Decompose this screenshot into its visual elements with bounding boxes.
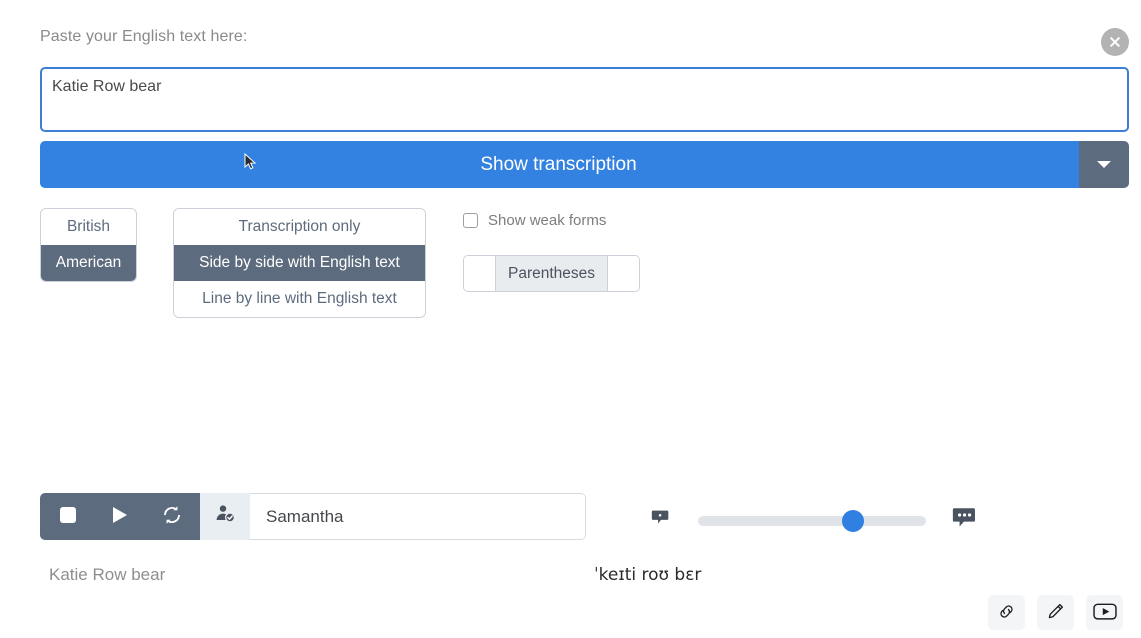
chevron-down-icon [1097, 161, 1111, 168]
speech-bubble-small-icon[interactable] [650, 507, 672, 534]
youtube-play-icon [1092, 602, 1117, 624]
close-icon [1107, 34, 1123, 50]
play-icon [110, 505, 130, 528]
transcription-app: Paste your English text here: Show trans… [0, 0, 1141, 638]
voice-name-field[interactable]: Samantha [250, 493, 586, 540]
accent-option-american[interactable]: American [41, 245, 136, 281]
accent-selector: British American [40, 208, 137, 282]
parentheses-option-parentheses[interactable]: Parentheses [495, 256, 609, 291]
speech-bubble-large-icon[interactable] [952, 505, 978, 536]
parentheses-option-left[interactable] [464, 256, 495, 291]
page-title: Paste your English text here: [40, 28, 248, 45]
edit-button[interactable] [1037, 595, 1074, 630]
stop-button[interactable] [54, 503, 82, 531]
parentheses-selector: Parentheses [463, 255, 641, 292]
result-english-text: Katie Row bear [49, 565, 166, 584]
speech-rate-slider[interactable] [698, 509, 926, 532]
loop-icon [161, 504, 183, 529]
english-text-input[interactable] [40, 67, 1129, 132]
audio-player: Samantha [40, 493, 586, 540]
voice-picker-button[interactable] [200, 493, 250, 540]
stop-icon [58, 505, 78, 528]
speech-rate-slider-thumb[interactable] [842, 509, 865, 532]
person-check-icon [214, 503, 236, 530]
show-weak-forms-label: Show weak forms [488, 212, 607, 229]
play-button[interactable] [106, 503, 134, 531]
transport-controls [40, 493, 200, 540]
loop-button[interactable] [158, 503, 186, 531]
layout-selector: Transcription only Side by side with Eng… [173, 208, 426, 318]
result-ipa-transcription: ˈkeɪti roʊ bɛr [594, 565, 702, 585]
layout-option-line-by-line[interactable]: Line by line with English text [174, 281, 425, 317]
show-transcription-row: Show transcription [40, 141, 1129, 188]
transcription-options-dropdown-button[interactable] [1077, 141, 1129, 188]
tool-buttons [988, 595, 1123, 630]
accent-option-british[interactable]: British [41, 209, 136, 245]
close-button[interactable] [1101, 28, 1129, 56]
parentheses-option-right[interactable] [608, 256, 640, 291]
pencil-icon [1046, 602, 1065, 624]
layout-option-side-by-side[interactable]: Side by side with English text [174, 245, 425, 281]
video-button[interactable] [1086, 595, 1123, 630]
show-transcription-button[interactable]: Show transcription [40, 141, 1077, 188]
show-weak-forms-checkbox[interactable] [463, 213, 478, 228]
layout-option-transcription-only[interactable]: Transcription only [174, 209, 425, 245]
show-weak-forms-row: Show weak forms [463, 212, 606, 229]
speech-rate-control [650, 505, 978, 536]
link-button[interactable] [988, 595, 1025, 630]
link-icon [997, 602, 1016, 624]
